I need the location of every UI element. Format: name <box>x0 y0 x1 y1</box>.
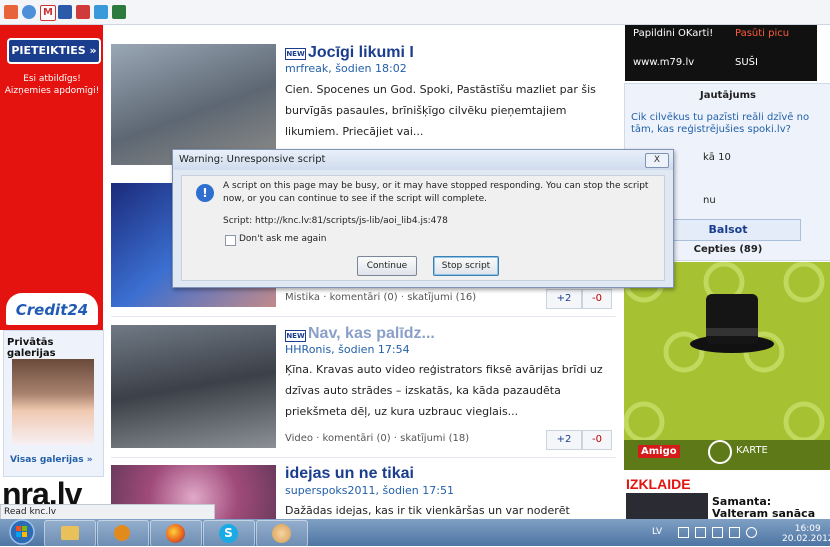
dialog-script-path: Script: http://knc.lv:81/scripts/js-lib/… <box>223 216 448 226</box>
article-meta[interactable]: mrfreak, šodien 18:02 <box>285 62 407 75</box>
bookmark-icon[interactable] <box>112 5 126 19</box>
paint-taskbar-icon[interactable] <box>256 520 308 547</box>
stop-script-button[interactable]: Stop script <box>433 256 499 276</box>
poll-option[interactable]: nu <box>703 195 716 206</box>
start-button[interactable] <box>4 519 36 546</box>
vote-button[interactable]: Balsot <box>655 219 801 241</box>
karte-label: KARTE <box>736 445 768 456</box>
left-banner-ad[interactable]: PIETEIKTIES » Esi atbildīgs! Aizņemies a… <box>0 25 103 330</box>
tray-icon[interactable] <box>712 527 723 538</box>
bookmark-icon[interactable] <box>4 5 18 19</box>
bookmarks-bar: M <box>0 0 830 25</box>
firefox-taskbar-icon[interactable] <box>150 520 202 547</box>
top-link[interactable]: www.m79.lv <box>633 57 694 68</box>
ad-tagline: Esi atbildīgs! Aizņemies apdomīgi! <box>4 74 100 96</box>
top-link[interactable]: Pasūti picu <box>735 28 789 39</box>
article-title[interactable]: idejas un ne tikai <box>285 465 414 483</box>
media-player-taskbar-icon[interactable] <box>97 520 149 547</box>
gallery-title: Privātās galerijas <box>7 337 56 359</box>
close-icon[interactable]: X <box>645 153 669 168</box>
dialog-message: A script on this page may be busy, or it… <box>223 181 649 204</box>
gallery-photo[interactable] <box>12 359 94 445</box>
article-title[interactable]: Nav, kas palīdz... <box>308 325 435 343</box>
windows-taskbar: S LV 16:09 20.02.2012 <box>0 519 830 547</box>
bookmark-icon[interactable] <box>76 5 90 19</box>
dont-ask-label[interactable]: Don't ask me again <box>239 234 326 244</box>
poll-question[interactable]: Cik cilvēkus tu pazīsti reāli dzīvē no t… <box>631 112 827 136</box>
explorer-taskbar-icon[interactable] <box>44 520 96 547</box>
teaser-thumbnail[interactable] <box>626 493 708 519</box>
article-thumbnail[interactable] <box>111 325 276 448</box>
credit24-logo: Credit24 <box>6 293 98 325</box>
apply-button[interactable]: PIETEIKTIES » <box>7 38 101 64</box>
amigo-logo: Amigo <box>638 445 680 458</box>
article-footer: Video · komentāri (0) · skatījumi (18) <box>285 433 470 444</box>
article-footer: Mistika · komentāri (0) · skatījumi (16) <box>285 292 477 303</box>
vote-up-button[interactable]: +2 <box>546 430 582 450</box>
new-badge: NEW <box>285 330 306 342</box>
new-badge: NEW <box>285 48 306 60</box>
bookmark-icon[interactable] <box>58 5 72 19</box>
right-top-links: Papildini OKarti! Pasūti picu www.m79.lv… <box>625 25 817 81</box>
clock-time: 16:09 <box>794 524 821 534</box>
dialog-titlebar[interactable]: Warning: Unresponsive script X <box>173 150 673 170</box>
all-galleries-link[interactable]: Visas galerijas » <box>10 455 93 465</box>
amigo-card-ad[interactable]: Amigo KARTE <box>624 262 830 470</box>
article-description: Cien. Spocenes un God. Spoki, Pastāstīšu… <box>285 83 596 138</box>
tray-icon[interactable] <box>695 527 706 538</box>
section-title[interactable]: IZKLAIDE <box>626 476 691 492</box>
bookmark-icon[interactable] <box>22 5 36 19</box>
unresponsive-script-dialog: Warning: Unresponsive script X ! A scrip… <box>172 149 674 288</box>
clock-date: 20.02.2012 <box>782 534 830 544</box>
vote-down-button[interactable]: -0 <box>582 289 612 309</box>
dialog-body: ! A script on this page may be busy, or … <box>181 175 665 281</box>
dialog-title: Warning: Unresponsive script <box>179 154 326 165</box>
continue-button[interactable]: Continue <box>357 256 417 276</box>
private-gallery-box: Privātās galerijas Visas galerijas » <box>3 330 104 477</box>
teaser-title[interactable]: Samanta: Valteram sanāca <box>712 496 830 520</box>
network-icon[interactable] <box>729 527 740 538</box>
dont-ask-checkbox[interactable] <box>225 235 236 246</box>
vote-down-button[interactable]: -0 <box>582 430 612 450</box>
article-title[interactable]: Jocīgi likumi I <box>308 44 414 62</box>
skype-taskbar-icon[interactable]: S <box>203 520 255 547</box>
top-hat-icon <box>706 294 758 344</box>
warning-icon: ! <box>196 184 214 202</box>
top-link[interactable]: SUŠI <box>735 57 758 68</box>
article-description: Ķīna. Kravas auto video reģistrators fik… <box>285 363 603 418</box>
language-indicator[interactable]: LV <box>652 527 662 537</box>
ad-pattern <box>624 262 830 470</box>
poll-title: Jautājums <box>699 90 757 101</box>
gmail-icon[interactable]: M <box>40 5 56 21</box>
clock[interactable]: 16:09 20.02.2012 <box>782 524 830 544</box>
article-meta[interactable]: HHRonis, šodien 17:54 <box>285 343 410 356</box>
bookmark-icon[interactable] <box>94 5 108 19</box>
browser-status-bar: Read knc.lv <box>0 504 215 520</box>
vote-up-button[interactable]: +2 <box>546 289 582 309</box>
article-thumbnail[interactable] <box>111 44 276 165</box>
article-meta[interactable]: superspoks2011, šodien 17:51 <box>285 484 454 497</box>
tray-icon[interactable] <box>678 527 689 538</box>
poll-option[interactable]: kā 10 <box>703 152 731 163</box>
volume-icon[interactable] <box>746 527 757 538</box>
divider <box>111 316 616 317</box>
top-link[interactable]: Papildini OKarti! <box>633 28 713 39</box>
divider <box>111 457 616 458</box>
